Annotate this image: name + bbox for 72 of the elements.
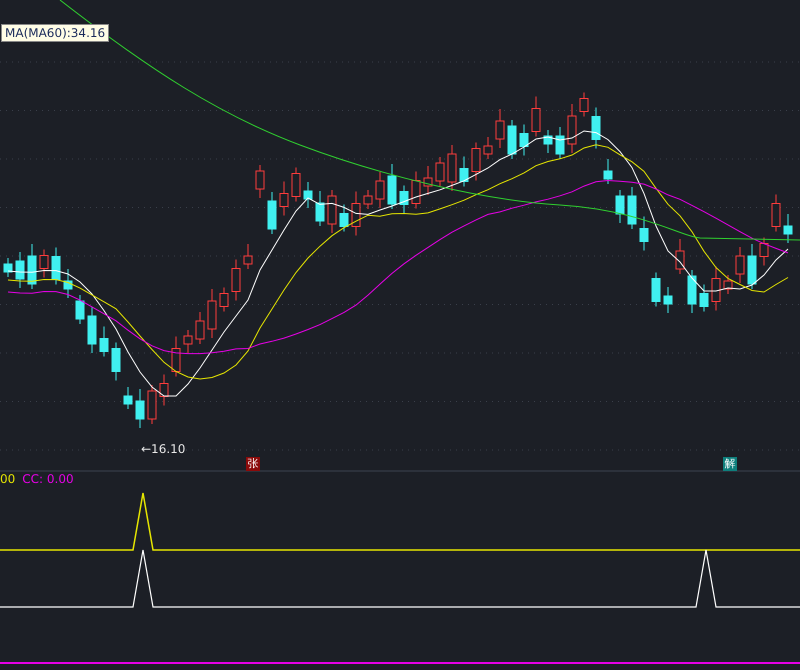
- candlestick: [676, 238, 684, 274]
- candlestick: [760, 237, 768, 266]
- candlestick: [652, 272, 660, 307]
- candlestick: [136, 388, 144, 428]
- indicator-value: 00: [0, 472, 16, 486]
- candlestick: [160, 374, 168, 406]
- candlestick: [544, 130, 552, 154]
- candlestick: [244, 244, 252, 270]
- candlestick: [172, 336, 180, 377]
- candlestick: [16, 252, 24, 288]
- value-tooltip: MA(MA60):34.16: [1, 24, 110, 42]
- candlestick: [472, 142, 480, 181]
- candlestick: [340, 204, 348, 232]
- candlestick: [520, 124, 528, 156]
- candlestick: [484, 136, 492, 160]
- candlestick: [88, 306, 96, 354]
- candlestick: [424, 166, 432, 196]
- candlestick: [196, 312, 204, 344]
- candlestick: [328, 190, 336, 234]
- candlestick: [724, 274, 732, 294]
- candlestick: [304, 182, 312, 208]
- candlestick: [664, 286, 672, 314]
- candlestick: [292, 167, 300, 202]
- candlestick: [400, 185, 408, 214]
- candlestick: [40, 249, 48, 278]
- candlestick: [616, 190, 624, 224]
- candlestick: [568, 104, 576, 154]
- candlestick: [4, 258, 12, 278]
- candlestick: [280, 181, 288, 216]
- candlestick: [256, 164, 264, 198]
- candlestick: [124, 386, 132, 410]
- indicator-value: CC: 0.00: [22, 472, 74, 486]
- candlestick: [460, 156, 468, 187]
- candlestick: [52, 247, 60, 285]
- candlestick: [532, 96, 540, 137]
- candlestick: [208, 288, 216, 338]
- candlestick: [220, 287, 228, 312]
- candlestick: [376, 172, 384, 208]
- candlestick: [496, 108, 504, 148]
- signal-badge: 张: [246, 457, 260, 471]
- candlestick: [604, 158, 612, 184]
- candlestick: [748, 244, 756, 290]
- candlestick: [712, 266, 720, 311]
- candlestick: [412, 171, 420, 209]
- candlestick: [268, 192, 276, 234]
- candlestick: [640, 216, 648, 251]
- price-label: ←16.10: [141, 442, 186, 456]
- candlestick: [364, 190, 372, 210]
- candlestick: [784, 214, 792, 244]
- candlestick: [64, 268, 72, 298]
- candlestick: [580, 92, 588, 117]
- candlestick: [700, 284, 708, 312]
- candlestick: [508, 120, 516, 160]
- signal-badge: 解: [723, 457, 737, 471]
- candlestick: [688, 270, 696, 314]
- candlestick: [100, 326, 108, 357]
- candlestick: [628, 186, 636, 230]
- candlestick: [316, 190, 324, 226]
- candlestick: [184, 330, 192, 354]
- candlestick: [76, 294, 84, 324]
- candlestick: [388, 164, 396, 210]
- candlestick: [232, 259, 240, 301]
- candlestick: [448, 144, 456, 192]
- candlestick: [772, 194, 780, 232]
- candlestick: [736, 246, 744, 284]
- candlestick: [28, 244, 36, 290]
- candlestick: [436, 156, 444, 186]
- candlestick: [112, 342, 120, 381]
- candlestick: [592, 107, 600, 149]
- candlestick: [148, 384, 156, 424]
- candlestick: [556, 126, 564, 160]
- candlestick: [352, 191, 360, 236]
